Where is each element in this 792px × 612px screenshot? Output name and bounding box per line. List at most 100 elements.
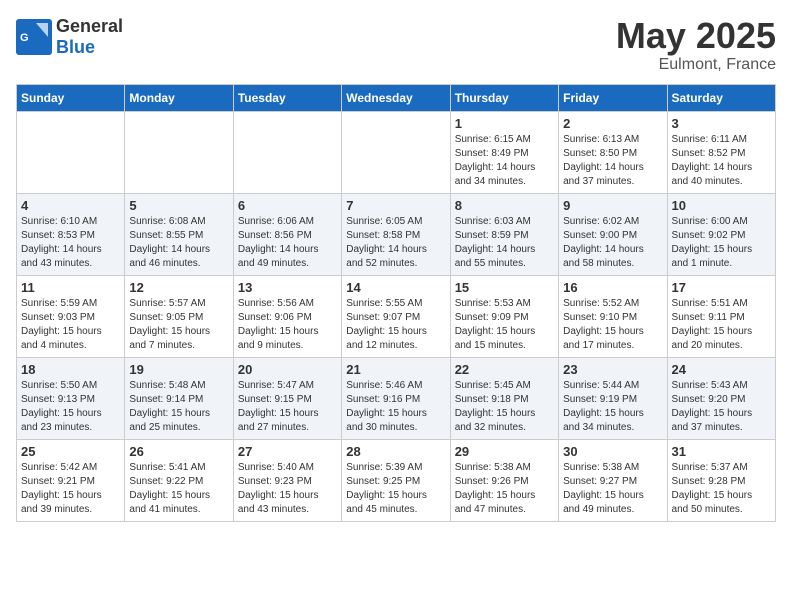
day-number: 17 xyxy=(672,280,771,295)
day-number: 16 xyxy=(563,280,662,295)
day-number: 25 xyxy=(21,444,120,459)
day-number: 13 xyxy=(238,280,337,295)
day-info: Sunrise: 5:43 AMSunset: 9:20 PMDaylight:… xyxy=(672,379,771,435)
calendar-cell: 23Sunrise: 5:44 AMSunset: 9:19 PMDayligh… xyxy=(559,357,667,439)
calendar-cell: 18 Sunrise: 5:50 AMSunset: 9:13 PMDayligh… xyxy=(17,357,125,439)
day-number: 27 xyxy=(238,444,337,459)
day-info: Sunrise: 5:51 AMSunset: 9:11 PMDaylight:… xyxy=(672,297,771,353)
day-info: Sunrise: 6:03 AMSunset: 8:59 PMDaylight:… xyxy=(455,215,554,271)
day-number: 30 xyxy=(563,444,662,459)
day-number: 4 xyxy=(21,198,120,213)
calendar-cell: 1 Sunrise: 6:15 AMSunset: 8:49 PMDaylight… xyxy=(450,111,558,193)
calendar-cell: 7Sunrise: 6:05 AMSunset: 8:58 PMDaylight… xyxy=(342,193,450,275)
calendar-week-row: 18 Sunrise: 5:50 AMSunset: 9:13 PMDayligh… xyxy=(17,357,776,439)
calendar-cell: 6 Sunrise: 6:06 AMSunset: 8:56 PMDaylight… xyxy=(233,193,341,275)
day-info: Sunrise: 5:44 AMSunset: 9:19 PMDaylight:… xyxy=(563,379,662,435)
day-number: 10 xyxy=(672,198,771,213)
logo-general: General xyxy=(56,16,123,36)
calendar-week-row: 4 Sunrise: 6:10 AMSunset: 8:53 PMDaylight… xyxy=(17,193,776,275)
calendar-cell: 13 Sunrise: 5:56 AMSunset: 9:06 PMDayligh… xyxy=(233,275,341,357)
page-header: G General Blue May 2025 Eulmont, France xyxy=(16,16,776,74)
calendar-cell: 28Sunrise: 5:39 AMSunset: 9:25 PMDayligh… xyxy=(342,439,450,521)
day-info: Sunrise: 5:45 AMSunset: 9:18 PMDaylight:… xyxy=(455,379,554,435)
calendar-cell: 22 Sunrise: 5:45 AMSunset: 9:18 PMDayligh… xyxy=(450,357,558,439)
calendar-header-row: SundayMondayTuesdayWednesdayThursdayFrid… xyxy=(17,84,776,111)
day-info: Sunrise: 5:47 AMSunset: 9:15 PMDaylight:… xyxy=(238,379,337,435)
day-number: 15 xyxy=(455,280,554,295)
day-info: Sunrise: 6:13 AMSunset: 8:50 PMDaylight:… xyxy=(563,133,662,189)
calendar-cell: 2 Sunrise: 6:13 AMSunset: 8:50 PMDaylight… xyxy=(559,111,667,193)
day-number: 14 xyxy=(346,280,445,295)
calendar-cell: 5 Sunrise: 6:08 AMSunset: 8:55 PMDaylight… xyxy=(125,193,233,275)
day-info: Sunrise: 6:15 AMSunset: 8:49 PMDaylight:… xyxy=(455,133,554,189)
day-info: Sunrise: 6:10 AMSunset: 8:53 PMDaylight:… xyxy=(21,215,120,271)
day-info: Sunrise: 5:41 AMSunset: 9:22 PMDaylight:… xyxy=(129,461,228,517)
day-number: 5 xyxy=(129,198,228,213)
day-info: Sunrise: 5:57 AMSunset: 9:05 PMDaylight:… xyxy=(129,297,228,353)
calendar-cell: 14 Sunrise: 5:55 AMSunset: 9:07 PMDayligh… xyxy=(342,275,450,357)
day-number: 26 xyxy=(129,444,228,459)
day-info: Sunrise: 6:11 AMSunset: 8:52 PMDaylight:… xyxy=(672,133,771,189)
day-of-week-header: Sunday xyxy=(17,84,125,111)
day-info: Sunrise: 6:02 AMSunset: 9:00 PMDaylight:… xyxy=(563,215,662,271)
day-info: Sunrise: 6:05 AMSunset: 8:58 PMDaylight:… xyxy=(346,215,445,271)
calendar-week-row: 11Sunrise: 5:59 AMSunset: 9:03 PMDayligh… xyxy=(17,275,776,357)
month-title: May 2025 xyxy=(616,16,776,56)
calendar-cell: 31 Sunrise: 5:37 AMSunset: 9:28 PMDayligh… xyxy=(667,439,775,521)
day-number: 1 xyxy=(455,116,554,131)
calendar-cell: 4 Sunrise: 6:10 AMSunset: 8:53 PMDaylight… xyxy=(17,193,125,275)
logo-blue: Blue xyxy=(56,37,95,57)
day-info: Sunrise: 5:48 AMSunset: 9:14 PMDaylight:… xyxy=(129,379,228,435)
day-info: Sunrise: 5:40 AMSunset: 9:23 PMDaylight:… xyxy=(238,461,337,517)
day-number: 29 xyxy=(455,444,554,459)
calendar-cell xyxy=(342,111,450,193)
calendar-cell: 30 Sunrise: 5:38 AMSunset: 9:27 PMDayligh… xyxy=(559,439,667,521)
calendar-cell: 25Sunrise: 5:42 AMSunset: 9:21 PMDayligh… xyxy=(17,439,125,521)
day-number: 8 xyxy=(455,198,554,213)
day-info: Sunrise: 5:46 AMSunset: 9:16 PMDaylight:… xyxy=(346,379,445,435)
calendar-cell: 24 Sunrise: 5:43 AMSunset: 9:20 PMDayligh… xyxy=(667,357,775,439)
calendar-cell: 11Sunrise: 5:59 AMSunset: 9:03 PMDayligh… xyxy=(17,275,125,357)
calendar-cell: 29 Sunrise: 5:38 AMSunset: 9:26 PMDayligh… xyxy=(450,439,558,521)
day-number: 2 xyxy=(563,116,662,131)
day-number: 6 xyxy=(238,198,337,213)
calendar-cell xyxy=(17,111,125,193)
day-of-week-header: Friday xyxy=(559,84,667,111)
day-number: 18 xyxy=(21,362,120,377)
day-number: 24 xyxy=(672,362,771,377)
day-number: 31 xyxy=(672,444,771,459)
day-info: Sunrise: 5:59 AMSunset: 9:03 PMDaylight:… xyxy=(21,297,120,353)
logo-icon: G xyxy=(16,19,52,55)
day-info: Sunrise: 5:56 AMSunset: 9:06 PMDaylight:… xyxy=(238,297,337,353)
day-of-week-header: Thursday xyxy=(450,84,558,111)
day-of-week-header: Saturday xyxy=(667,84,775,111)
logo: G General Blue xyxy=(16,16,123,58)
calendar-cell: 12 Sunrise: 5:57 AMSunset: 9:05 PMDayligh… xyxy=(125,275,233,357)
day-info: Sunrise: 6:08 AMSunset: 8:55 PMDaylight:… xyxy=(129,215,228,271)
logo-text: General Blue xyxy=(56,16,123,58)
day-of-week-header: Wednesday xyxy=(342,84,450,111)
location-title: Eulmont, France xyxy=(616,56,776,74)
day-number: 9 xyxy=(563,198,662,213)
calendar-cell: 26 Sunrise: 5:41 AMSunset: 9:22 PMDayligh… xyxy=(125,439,233,521)
day-number: 21 xyxy=(346,362,445,377)
day-info: Sunrise: 5:52 AMSunset: 9:10 PMDaylight:… xyxy=(563,297,662,353)
day-info: Sunrise: 5:50 AMSunset: 9:13 PMDaylight:… xyxy=(21,379,120,435)
calendar-week-row: 25Sunrise: 5:42 AMSunset: 9:21 PMDayligh… xyxy=(17,439,776,521)
day-info: Sunrise: 5:55 AMSunset: 9:07 PMDaylight:… xyxy=(346,297,445,353)
day-number: 3 xyxy=(672,116,771,131)
calendar-cell: 15 Sunrise: 5:53 AMSunset: 9:09 PMDayligh… xyxy=(450,275,558,357)
day-number: 12 xyxy=(129,280,228,295)
day-info: Sunrise: 6:06 AMSunset: 8:56 PMDaylight:… xyxy=(238,215,337,271)
day-info: Sunrise: 5:38 AMSunset: 9:27 PMDaylight:… xyxy=(563,461,662,517)
day-number: 22 xyxy=(455,362,554,377)
calendar-cell: 20Sunrise: 5:47 AMSunset: 9:15 PMDayligh… xyxy=(233,357,341,439)
day-info: Sunrise: 5:37 AMSunset: 9:28 PMDaylight:… xyxy=(672,461,771,517)
calendar-cell: 9 Sunrise: 6:02 AMSunset: 9:00 PMDaylight… xyxy=(559,193,667,275)
title-block: May 2025 Eulmont, France xyxy=(616,16,776,74)
day-info: Sunrise: 5:53 AMSunset: 9:09 PMDaylight:… xyxy=(455,297,554,353)
day-of-week-header: Monday xyxy=(125,84,233,111)
calendar-week-row: 1 Sunrise: 6:15 AMSunset: 8:49 PMDaylight… xyxy=(17,111,776,193)
day-number: 19 xyxy=(129,362,228,377)
day-info: Sunrise: 5:38 AMSunset: 9:26 PMDaylight:… xyxy=(455,461,554,517)
